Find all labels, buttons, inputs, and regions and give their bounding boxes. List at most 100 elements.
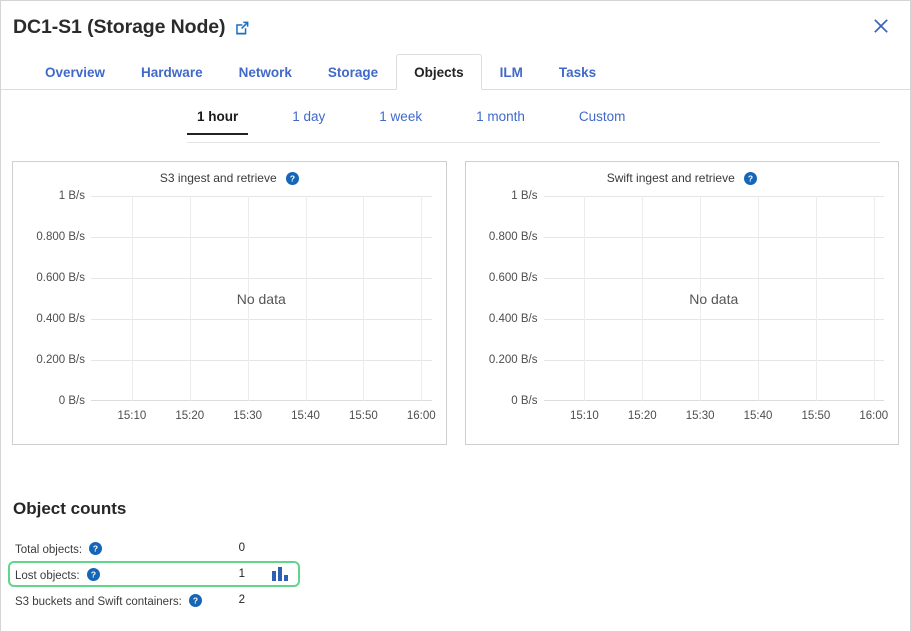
- x-tick-label: 15:40: [744, 410, 773, 422]
- y-axis: 0 B/s 0.200 B/s 0.400 B/s 0.600 B/s 0.80…: [13, 196, 91, 401]
- count-row-lost-objects[interactable]: Lost objects:? 1: [8, 561, 300, 587]
- node-tabs: Overview Hardware Network Storage Object…: [1, 53, 910, 90]
- panel-header: DC1-S1 (Storage Node): [1, 10, 910, 44]
- object-counts-heading: Object counts: [13, 499, 126, 519]
- help-icon[interactable]: ?: [89, 542, 102, 555]
- gridline-horizontal: [544, 237, 885, 238]
- gridline-horizontal: [91, 196, 432, 197]
- gridline-horizontal: [544, 278, 885, 279]
- bar-chart-icon[interactable]: [272, 567, 288, 581]
- x-axis: 15:10 15:20 15:30 15:40 15:50 16:00: [91, 401, 432, 429]
- y-tick-label: 1 B/s: [59, 190, 85, 202]
- x-tick-label: 16:00: [859, 410, 888, 422]
- count-label: Lost objects:?: [15, 566, 100, 582]
- chart-card-s3-ingest-retrieve: S3 ingest and retrieve ? 0 B/s 0.200 B/s…: [12, 161, 447, 445]
- chart-empty-message: No data: [544, 291, 885, 307]
- y-tick-label: 0.200 B/s: [489, 354, 538, 366]
- y-tick-label: 0 B/s: [59, 395, 85, 407]
- charts-row: S3 ingest and retrieve ? 0 B/s 0.200 B/s…: [12, 161, 899, 445]
- count-label-text: Total objects:: [15, 544, 82, 556]
- y-tick-label: 0.400 B/s: [489, 313, 538, 325]
- x-tick-label: 15:50: [349, 410, 378, 422]
- svg-text:?: ?: [193, 596, 198, 606]
- count-label: S3 buckets and Swift containers:?: [15, 592, 202, 608]
- time-range-selector: 1 hour 1 day 1 week 1 month Custom: [187, 109, 880, 143]
- gridline-horizontal: [544, 196, 885, 197]
- x-axis: 15:10 15:20 15:30 15:40 15:50 16:00: [544, 401, 885, 429]
- tab-label: Overview: [45, 65, 105, 80]
- chart-gridlines: No data: [91, 196, 432, 401]
- time-range-custom[interactable]: Custom: [569, 109, 636, 133]
- time-range-1-hour[interactable]: 1 hour: [187, 109, 248, 135]
- chart-title-text: S3 ingest and retrieve: [160, 171, 277, 185]
- svg-text:?: ?: [748, 173, 753, 183]
- time-range-1-day[interactable]: 1 day: [282, 109, 335, 133]
- tab-objects[interactable]: Objects: [396, 54, 482, 90]
- tab-label: Storage: [328, 65, 378, 80]
- y-tick-label: 0.400 B/s: [36, 313, 85, 325]
- y-tick-label: 0.800 B/s: [489, 231, 538, 243]
- y-tick-label: 0.200 B/s: [36, 354, 85, 366]
- gridline-horizontal: [544, 319, 885, 320]
- chart-gridlines: No data: [544, 196, 885, 401]
- tab-storage[interactable]: Storage: [310, 54, 396, 90]
- tab-hardware[interactable]: Hardware: [123, 54, 221, 90]
- gridline-horizontal: [91, 360, 432, 361]
- chart-title-text: Swift ingest and retrieve: [607, 171, 735, 185]
- tab-label: Tasks: [559, 65, 596, 80]
- count-row-total-objects: Total objects:? 0: [8, 535, 300, 561]
- time-range-1-month[interactable]: 1 month: [466, 109, 535, 133]
- count-value: 1: [215, 568, 245, 580]
- gridline-horizontal: [91, 278, 432, 279]
- tab-label: Hardware: [141, 65, 203, 80]
- tab-tasks[interactable]: Tasks: [541, 54, 614, 90]
- tab-network[interactable]: Network: [221, 54, 310, 90]
- count-value: 2: [215, 594, 245, 606]
- time-range-label: 1 hour: [197, 109, 238, 124]
- count-label-text: S3 buckets and Swift containers:: [15, 596, 182, 608]
- close-button[interactable]: [868, 13, 894, 39]
- gridline-horizontal: [91, 319, 432, 320]
- y-axis: 0 B/s 0.200 B/s 0.400 B/s 0.600 B/s 0.80…: [466, 196, 544, 401]
- help-icon[interactable]: ?: [189, 594, 202, 607]
- x-tick-label: 15:40: [291, 410, 320, 422]
- count-label: Total objects:?: [15, 540, 102, 556]
- tab-label: Network: [239, 65, 292, 80]
- svg-text:?: ?: [90, 570, 95, 580]
- gridline-horizontal: [544, 360, 885, 361]
- tab-ilm[interactable]: ILM: [482, 54, 541, 90]
- page-title: DC1-S1 (Storage Node): [13, 16, 225, 39]
- time-range-label: 1 month: [476, 109, 525, 124]
- chart-card-swift-ingest-retrieve: Swift ingest and retrieve ? 0 B/s 0.200 …: [465, 161, 900, 445]
- y-tick-label: 0 B/s: [511, 395, 537, 407]
- external-link-icon[interactable]: [234, 20, 250, 36]
- x-tick-label: 15:20: [175, 410, 204, 422]
- help-icon[interactable]: ?: [744, 172, 757, 185]
- y-tick-label: 0.600 B/s: [36, 272, 85, 284]
- help-icon[interactable]: ?: [286, 172, 299, 185]
- svg-text:?: ?: [290, 173, 295, 183]
- tab-label: ILM: [500, 65, 523, 80]
- close-icon: [872, 17, 890, 35]
- time-range-label: Custom: [579, 109, 626, 124]
- y-tick-label: 0.600 B/s: [489, 272, 538, 284]
- chart-empty-message: No data: [91, 291, 432, 307]
- x-tick-label: 16:00: [407, 410, 436, 422]
- time-range-label: 1 day: [292, 109, 325, 124]
- x-tick-label: 15:10: [117, 410, 146, 422]
- plot-area: 0 B/s 0.200 B/s 0.400 B/s 0.600 B/s 0.80…: [13, 196, 446, 444]
- y-tick-label: 0.800 B/s: [36, 231, 85, 243]
- plot-area: 0 B/s 0.200 B/s 0.400 B/s 0.600 B/s 0.80…: [466, 196, 899, 444]
- tab-overview[interactable]: Overview: [27, 54, 123, 90]
- x-tick-label: 15:50: [802, 410, 831, 422]
- chart-title: S3 ingest and retrieve ?: [13, 171, 446, 185]
- tab-label: Objects: [414, 65, 464, 80]
- x-tick-label: 15:20: [628, 410, 657, 422]
- gridline-horizontal: [91, 237, 432, 238]
- time-range-1-week[interactable]: 1 week: [369, 109, 432, 133]
- x-tick-label: 15:30: [686, 410, 715, 422]
- count-row-s3-buckets-swift-containers: S3 buckets and Swift containers:? 2: [8, 587, 300, 613]
- x-tick-label: 15:10: [570, 410, 599, 422]
- x-tick-label: 15:30: [233, 410, 262, 422]
- help-icon[interactable]: ?: [87, 568, 100, 581]
